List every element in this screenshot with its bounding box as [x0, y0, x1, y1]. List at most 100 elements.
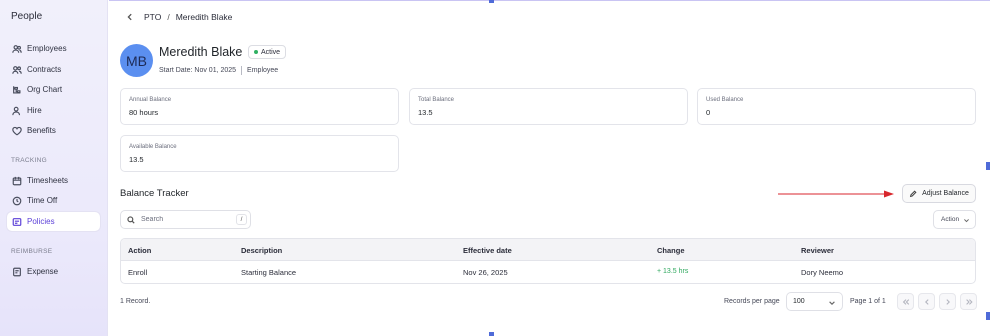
org-chart-icon: [11, 84, 22, 95]
card-value: 13.5: [418, 108, 433, 117]
sidebar-item-label: Hire: [27, 106, 42, 115]
column-header-effective-date[interactable]: Effective date: [463, 246, 512, 255]
balance-table: Action Description Effective date Change…: [120, 238, 976, 284]
cell-reviewer: Dory Neemo: [801, 268, 844, 277]
used-balance-card: Used Balance 0: [697, 88, 976, 125]
user-plus-icon: [11, 105, 22, 116]
receipt-icon: [11, 266, 22, 277]
resize-handle[interactable]: [986, 162, 990, 170]
card-label: Annual Balance: [129, 97, 172, 103]
cell-effective-date: Nov 26, 2025: [463, 268, 508, 277]
users-icon: [11, 43, 22, 54]
sidebar-item-expense[interactable]: Expense: [7, 262, 100, 281]
sidebar-item-org-chart[interactable]: Org Chart: [7, 80, 100, 99]
sidebar-item-label: Org Chart: [27, 85, 63, 94]
search-input[interactable]: [141, 216, 231, 223]
sidebar-item-label: Contracts: [27, 65, 62, 74]
sidebar-title: People: [11, 11, 43, 22]
chevron-down-icon: [829, 301, 835, 305]
sidebar-item-label: Expense: [27, 267, 59, 276]
top-border: [109, 0, 990, 1]
sidebar-item-label: Benefits: [27, 126, 56, 135]
status-badge: Active: [248, 45, 287, 59]
card-label: Available Balance: [129, 144, 177, 150]
previous-page-button[interactable]: [918, 293, 935, 310]
calendar-icon: [11, 175, 22, 186]
policy-icon: [11, 216, 22, 227]
cell-action: Enroll: [128, 268, 148, 277]
column-header-action[interactable]: Action: [128, 246, 151, 255]
divider: [241, 66, 243, 75]
available-balance-card: Available Balance 13.5: [120, 135, 399, 172]
chevrons-right-icon: [965, 298, 973, 305]
search-icon: [127, 215, 135, 224]
avatar: MB: [120, 44, 153, 77]
resize-handle[interactable]: [986, 312, 990, 320]
records-per-page-label: Records per page: [724, 298, 780, 305]
sidebar-item-benefits[interactable]: Benefits: [7, 121, 100, 140]
chevron-left-icon[interactable]: [124, 11, 136, 23]
resize-handle[interactable]: [489, 0, 494, 3]
sidebar-item-time-off[interactable]: Time Off: [7, 191, 100, 210]
sidebar-item-policies[interactable]: Policies: [7, 212, 100, 231]
card-value: 0: [706, 108, 711, 117]
clock-icon: [11, 195, 22, 206]
employee-name: Meredith Blake: [159, 45, 243, 59]
table-row[interactable]: Enroll Starting Balance Nov 26, 2025 + 1…: [121, 261, 975, 283]
search-shortcut: /: [236, 214, 247, 225]
sidebar-item-hire[interactable]: Hire: [7, 101, 100, 120]
employee-role: Employee: [247, 67, 279, 74]
employee-subinfo: Start Date: Nov 01, 2025 Employee: [159, 66, 278, 75]
balance-tracker-title: Balance Tracker: [120, 188, 189, 199]
breadcrumb: PTO / Meredith Blake: [124, 11, 232, 23]
start-date: Start Date: Nov 01, 2025: [159, 67, 237, 74]
sidebar-item-timesheets[interactable]: Timesheets: [7, 171, 100, 190]
resize-handle[interactable]: [489, 332, 494, 336]
main-content: PTO / Meredith Blake MB Meredith Blake A…: [109, 0, 990, 336]
heart-icon: [11, 125, 22, 136]
breadcrumb-separator: /: [167, 12, 170, 22]
pencil-icon: [910, 189, 917, 197]
card-label: Total Balance: [418, 97, 455, 103]
records-count: 1 Record.: [120, 298, 151, 305]
card-value: 13.5: [129, 155, 144, 164]
chevron-down-icon: [964, 219, 969, 223]
next-page-button[interactable]: [939, 293, 956, 310]
records-per-page-value: 100: [793, 298, 805, 305]
action-dropdown[interactable]: Action: [933, 210, 976, 229]
last-page-button[interactable]: [960, 293, 977, 310]
cell-description: Starting Balance: [241, 268, 297, 277]
chevrons-left-icon: [902, 298, 909, 305]
breadcrumb-current: Meredith Blake: [175, 12, 233, 22]
adjust-balance-label: Adjust Balance: [922, 190, 969, 197]
action-dropdown-label: Action: [941, 216, 960, 223]
annotation-arrow-icon: [778, 190, 894, 198]
total-balance-card: Total Balance 13.5: [409, 88, 688, 125]
annual-balance-card: Annual Balance 80 hours: [120, 88, 399, 125]
sidebar-item-label: Timesheets: [27, 176, 69, 185]
table-header: Action Description Effective date Change…: [121, 239, 975, 261]
card-value: 80 hours: [129, 108, 159, 117]
adjust-balance-button[interactable]: Adjust Balance: [902, 184, 976, 203]
sidebar-item-label: Employees: [27, 44, 67, 53]
search-field[interactable]: /: [120, 210, 251, 229]
sidebar-item-employees[interactable]: Employees: [7, 39, 100, 58]
column-header-description[interactable]: Description: [241, 246, 282, 255]
chevron-left-icon: [924, 298, 929, 305]
breadcrumb-parent[interactable]: PTO: [144, 12, 161, 22]
page-info: Page 1 of 1: [850, 298, 886, 305]
column-header-reviewer[interactable]: Reviewer: [801, 246, 834, 255]
records-per-page-select[interactable]: 100: [786, 292, 843, 311]
status-label: Active: [261, 48, 281, 56]
sidebar: People Employees Contracts Org Chart Hir…: [0, 0, 108, 336]
column-header-change[interactable]: Change: [657, 246, 685, 255]
sidebar-item-label: Time Off: [27, 196, 58, 205]
first-page-button[interactable]: [897, 293, 914, 310]
contracts-icon: [11, 64, 22, 75]
card-label: Used Balance: [706, 97, 744, 103]
sidebar-item-label: Policies: [27, 217, 55, 226]
chevron-right-icon: [945, 298, 950, 305]
cell-change: + 13.5 hrs: [657, 268, 689, 275]
sidebar-item-contracts[interactable]: Contracts: [7, 60, 100, 79]
status-dot-icon: [254, 50, 258, 54]
